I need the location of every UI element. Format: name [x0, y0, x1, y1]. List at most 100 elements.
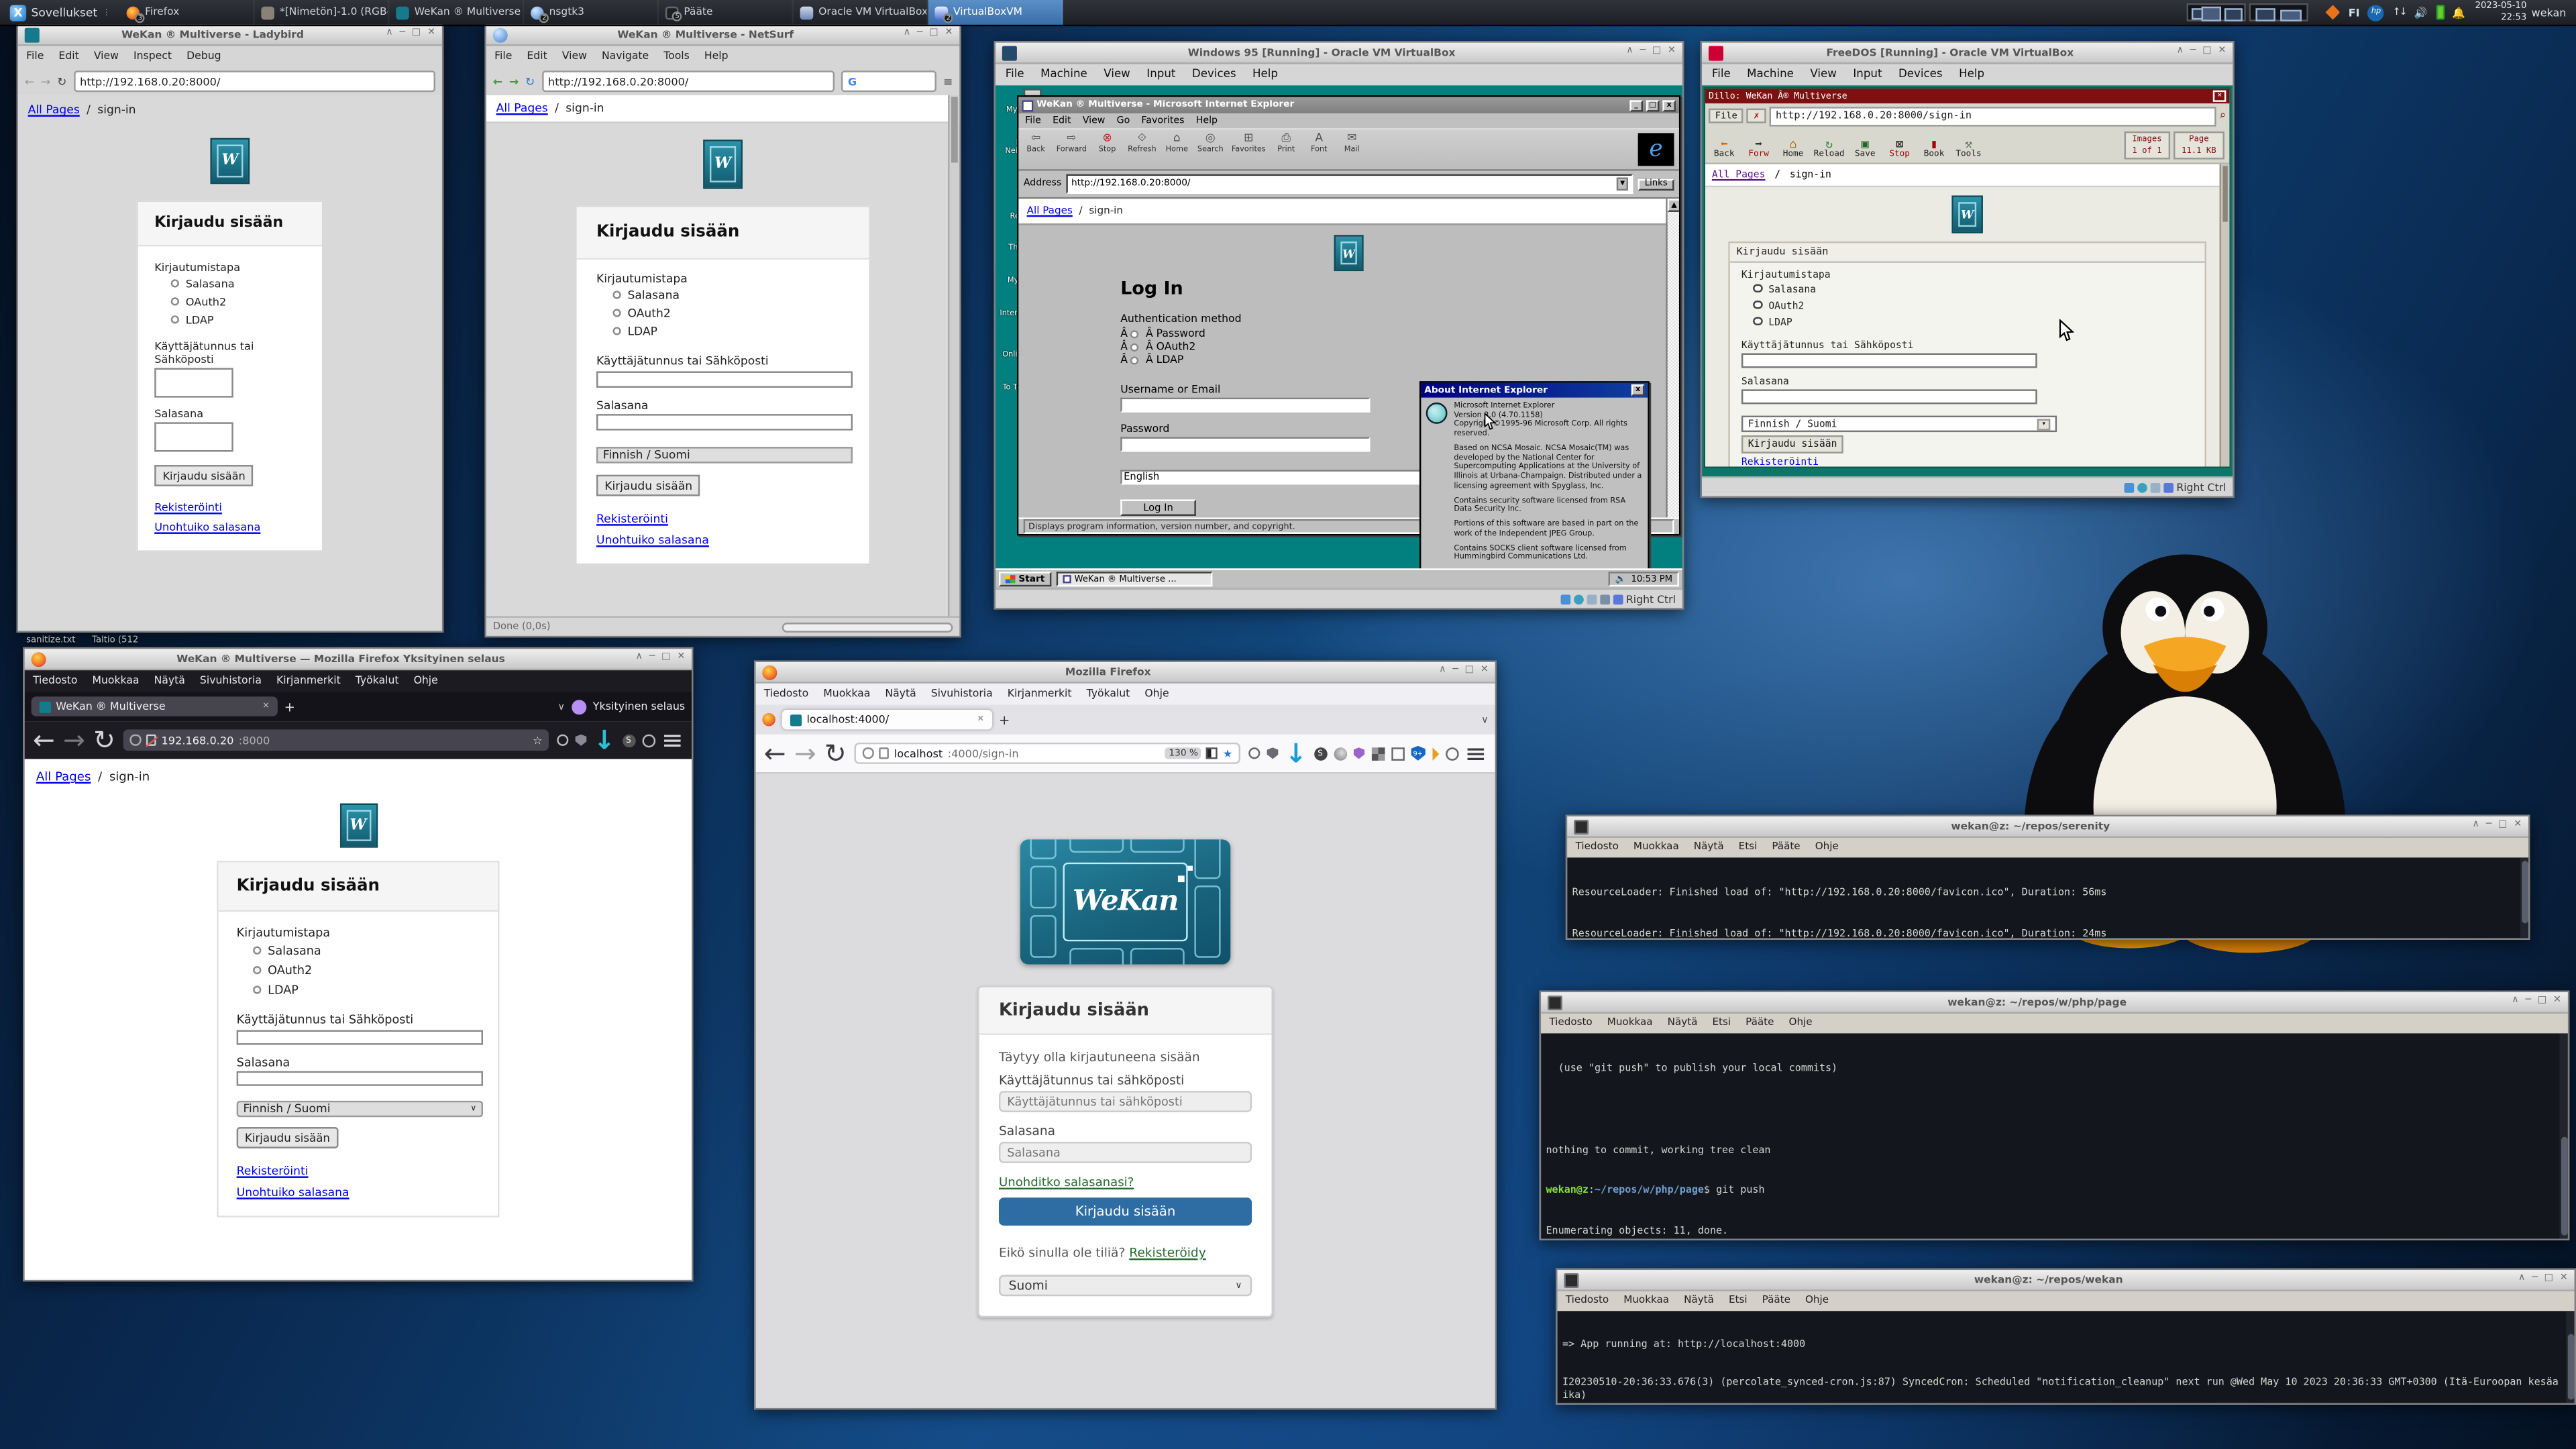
close-icon[interactable]: ✕ — [2213, 91, 2226, 102]
minimize-icon[interactable]: ─ — [649, 654, 655, 663]
close-icon[interactable]: ✕ — [2218, 48, 2226, 57]
close-icon[interactable]: x — [1631, 384, 1645, 396]
menu-ohje[interactable]: Ohje — [1805, 1295, 1829, 1306]
radio-icon[interactable] — [253, 985, 261, 994]
taskbar-task[interactable]: WeKan ® Multiverse ... — [1057, 572, 1213, 586]
radio-icon[interactable] — [1753, 283, 1762, 292]
applications-menu[interactable]: X Sovellukset ⋮ — [0, 0, 120, 25]
username-input[interactable] — [596, 370, 853, 386]
user-menu[interactable]: wekan — [2532, 6, 2567, 19]
shade-icon[interactable]: ∧ — [2518, 1275, 2525, 1285]
menu-file[interactable]: File — [1025, 116, 1041, 126]
radio-salasana[interactable]: Salasana — [596, 286, 849, 304]
favorites-button[interactable]: ⊞Favorites — [1232, 133, 1266, 154]
all-pages-link[interactable]: All Pages — [1712, 169, 1766, 180]
ie-titlebar[interactable]: WeKan ® Multiverse - Microsoft Internet … — [1018, 97, 1678, 113]
back-icon[interactable]: ← — [33, 724, 55, 756]
maximize-icon[interactable]: □ — [2498, 822, 2507, 831]
menu-paate[interactable]: Pääte — [1762, 1295, 1790, 1306]
radio-icon[interactable] — [1131, 343, 1139, 351]
menu-sivuhistoria[interactable]: Sivuhistoria — [200, 674, 262, 687]
language-select[interactable]: Finnish / Suomi▾ — [1741, 416, 2057, 432]
menu-tyokalut[interactable]: Työkalut — [356, 674, 399, 687]
insecure-lock-icon[interactable] — [146, 735, 156, 746]
hamburger-icon[interactable]: ≡ — [1464, 738, 1487, 769]
home-button[interactable]: ⌂Home — [1779, 137, 1807, 159]
task-wekan-ladybird[interactable]: WeKan ® Multiverse - L... — [390, 0, 525, 25]
shade-icon[interactable]: ∧ — [1439, 667, 1446, 677]
links-button[interactable]: Links — [1638, 178, 1674, 190]
register-link[interactable]: Rekisteröidy — [1129, 1245, 1205, 1260]
extension-pencil-icon[interactable] — [1432, 747, 1439, 760]
dropdown-icon[interactable]: ▾ — [2037, 418, 2050, 429]
shade-icon[interactable]: ∧ — [2177, 48, 2184, 57]
menu-navigate[interactable]: Navigate — [602, 49, 649, 62]
password-input[interactable] — [1741, 389, 2037, 404]
minimize-icon[interactable]: ─ — [2486, 822, 2492, 831]
terminal-output[interactable]: (use "git push" to publish your local co… — [1541, 1033, 2568, 1238]
all-pages-link[interactable]: All Pages — [496, 102, 548, 115]
home-button[interactable]: ⌂Home — [1165, 133, 1189, 154]
menu-debug[interactable]: Debug — [186, 49, 221, 62]
download-icon[interactable]: ↓ — [594, 724, 616, 756]
back-button[interactable]: ⇦Back — [1024, 133, 1049, 154]
extension-moon-icon[interactable] — [1334, 747, 1347, 760]
shade-icon[interactable]: ∧ — [2512, 998, 2518, 1007]
radio-oauth2[interactable]: OAuth2 — [1741, 297, 2193, 313]
password-input[interactable] — [1120, 437, 1370, 451]
task-nsgtk3[interactable]: 2nsgtk3 — [525, 0, 659, 25]
menu-muokkaa[interactable]: Muokkaa — [1633, 841, 1679, 853]
menu-devices[interactable]: Devices — [1192, 67, 1236, 80]
radio-icon[interactable] — [1131, 356, 1139, 364]
menu-muokkaa[interactable]: Muokkaa — [823, 687, 870, 700]
radio-ldap[interactable]: LDAP — [237, 979, 480, 999]
radio-icon[interactable] — [612, 309, 621, 317]
reload-icon[interactable]: ↻ — [93, 724, 115, 756]
minimize-icon[interactable]: ─ — [2190, 48, 2196, 57]
start-button[interactable]: Start — [999, 572, 1051, 586]
menu-file[interactable]: File — [26, 49, 44, 62]
radio-ldap[interactable]: Â Â LDAP — [1120, 354, 1679, 367]
menu-view[interactable]: View — [1810, 67, 1837, 80]
print-button[interactable]: ⎙Print — [1274, 133, 1299, 154]
new-tab-button[interactable]: + — [284, 699, 295, 714]
menu-ohje[interactable]: Ohje — [1815, 841, 1839, 853]
radio-oauth2[interactable]: OAuth2 — [154, 292, 305, 311]
url-bar[interactable]: 192.168.0.20:8000 ☆ — [123, 729, 549, 751]
close-icon[interactable]: ✕ — [677, 654, 685, 663]
menu-nayta[interactable]: Näytä — [1694, 841, 1724, 853]
forward-icon[interactable]: → — [63, 724, 85, 756]
signin-button[interactable]: Kirjaudu sisään — [154, 465, 254, 486]
menu-file[interactable]: File — [1006, 67, 1024, 80]
terminal-titlebar[interactable]: wekan@z: ~/repos/wekan ∧─□✕ — [1558, 1270, 2575, 1291]
new-tab-button[interactable]: + — [999, 712, 1010, 727]
tab-wekan[interactable]: WeKan ® Multiverse ✕ — [32, 696, 278, 716]
menu-nayta[interactable]: Näytä — [1668, 1017, 1698, 1028]
close-icon[interactable]: ✕ — [427, 30, 435, 39]
desktop-volume-label[interactable]: Taltio (512 — [92, 636, 138, 646]
language-select[interactable]: Finnish / Suomi∨ — [237, 1101, 483, 1117]
terminal-titlebar[interactable]: wekan@z: ~/repos/w/php/page ∧─□✕ — [1541, 992, 2568, 1014]
menu-tiedosto[interactable]: Tiedosto — [764, 687, 808, 700]
menu-edit[interactable]: Edit — [58, 49, 78, 62]
url-bar[interactable]: http://192.168.0.20:8000/sign-in — [1769, 106, 2216, 125]
menu-paate[interactable]: Pääte — [1746, 1017, 1774, 1028]
scrollbar[interactable] — [948, 95, 959, 616]
reload-icon[interactable]: ↻ — [824, 738, 847, 769]
maximize-icon[interactable]: □ — [412, 30, 421, 39]
close-icon[interactable]: ✕ — [2514, 822, 2522, 831]
terminal-output[interactable]: ResourceLoader: Finished load of: "http:… — [1567, 857, 2528, 938]
signin-button[interactable]: Kirjaudu sisään — [999, 1197, 1252, 1226]
vbox-titlebar[interactable]: FreeDOS [Running] - Oracle VM VirtualBox… — [1702, 43, 2233, 64]
font-button[interactable]: AFont — [1307, 133, 1332, 154]
menu-input[interactable]: Input — [1853, 67, 1882, 80]
menu-machine[interactable]: Machine — [1040, 67, 1087, 80]
password-input[interactable] — [237, 1071, 483, 1086]
maximize-icon[interactable]: □ — [1465, 667, 1474, 677]
shield-addon-icon[interactable] — [576, 735, 587, 746]
menu-tiedosto[interactable]: Tiedosto — [1549, 1017, 1592, 1028]
about-titlebar[interactable]: About Internet Explorer x — [1421, 383, 1648, 398]
menu-tiedosto[interactable]: Tiedosto — [1566, 1295, 1609, 1306]
shield-icon[interactable] — [130, 735, 142, 746]
firefox-titlebar[interactable]: Mozilla Firefox ∧─□✕ — [756, 662, 1495, 684]
